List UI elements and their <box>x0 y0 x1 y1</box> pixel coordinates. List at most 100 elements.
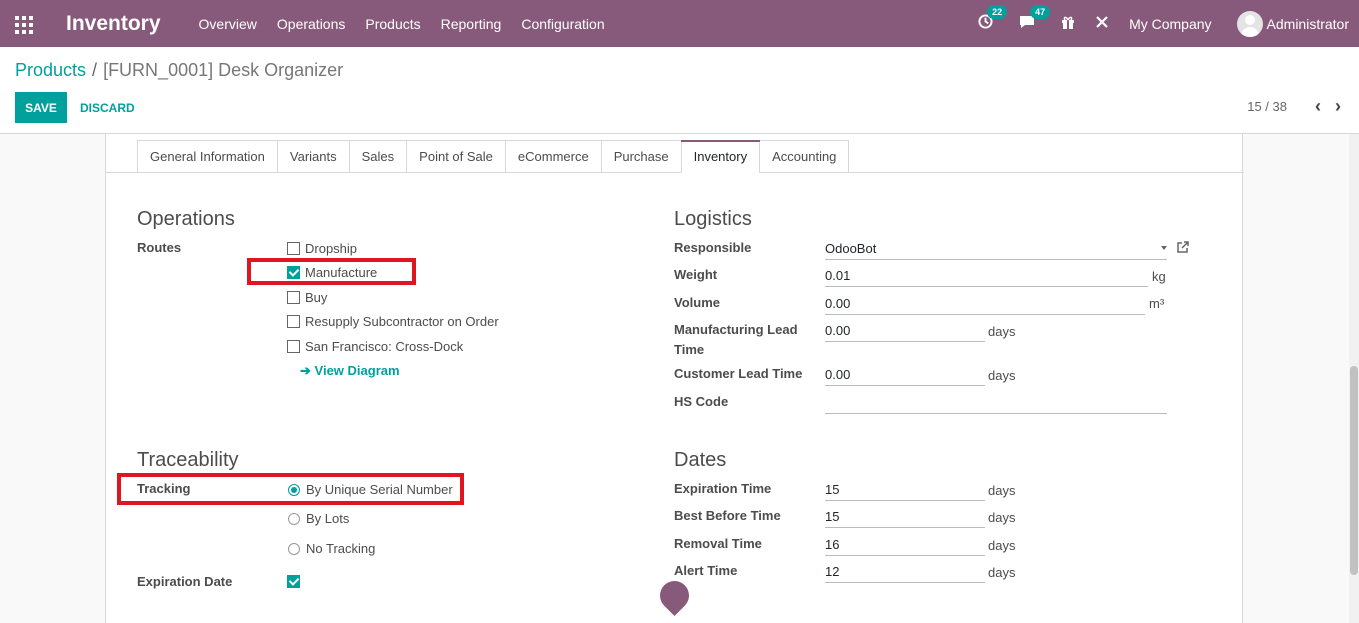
notebook-tabs: General Information Variants Sales Point… <box>137 140 850 173</box>
pager: 15 / 38 ‹ › <box>1247 97 1341 115</box>
operations-title: Operations <box>137 208 235 230</box>
route-label: Resupply Subcontractor on Order <box>305 314 499 329</box>
route-resupply-subcontractor[interactable]: Resupply Subcontractor on Order <box>287 314 499 329</box>
expiration-time-label: Expiration Time <box>674 481 772 496</box>
chevron-left-icon[interactable]: ‹ <box>1315 97 1321 115</box>
menu-operations[interactable]: Operations <box>277 16 345 32</box>
external-link-icon[interactable] <box>1177 241 1189 253</box>
tab-inventory[interactable]: Inventory <box>680 140 761 173</box>
weight-unit: kg <box>1152 269 1166 284</box>
tab-general-information[interactable]: General Information <box>137 140 277 173</box>
radio-button[interactable] <box>288 542 300 555</box>
best-before-input[interactable]: 15 <box>825 506 985 528</box>
volume-label: Volume <box>674 295 720 310</box>
menu-overview[interactable]: Overview <box>199 16 257 32</box>
removal-time-unit: days <box>988 538 1016 553</box>
top-navbar: Inventory Overview Operations Products R… <box>0 0 1359 47</box>
responsible-select[interactable]: OdooBot <box>825 238 1167 260</box>
tab-sales[interactable]: Sales <box>348 140 407 173</box>
tab-point-of-sale[interactable]: Point of Sale <box>406 140 505 173</box>
user-menu[interactable]: Administrator <box>1236 10 1349 37</box>
volume-unit: m³ <box>1149 296 1165 311</box>
caret-down-icon <box>1161 246 1167 250</box>
breadcrumb-current: [FURN_0001] Desk Organizer <box>103 60 344 80</box>
checkbox[interactable] <box>287 242 300 255</box>
route-san-francisco-cross-dock[interactable]: San Francisco: Cross-Dock <box>287 339 463 354</box>
expiration-date-label: Expiration Date <box>137 574 233 589</box>
app-title[interactable]: Inventory <box>66 12 161 36</box>
responsible-value: OdooBot <box>825 241 877 256</box>
weight-input[interactable]: 0.01 <box>825 265 1148 287</box>
gift-icon[interactable] <box>1061 15 1075 33</box>
hs-code-label: HS Code <box>674 394 729 409</box>
expiration-date-checkbox[interactable] <box>287 575 305 588</box>
tracking-option-label: By Lots <box>306 511 350 526</box>
messages-badge: 47 <box>1030 5 1051 19</box>
route-label: Dropship <box>305 241 358 256</box>
form-sheet: General Information Variants Sales Point… <box>105 134 1244 623</box>
route-buy[interactable]: Buy <box>287 290 327 305</box>
manufacture-highlight-box <box>247 258 416 285</box>
manufacturing-lead-input[interactable]: 0.00 <box>825 320 985 342</box>
alert-time-unit: days <box>988 565 1016 580</box>
tools-icon[interactable] <box>1095 15 1109 33</box>
breadcrumb: Products / [FURN_0001] Desk Organizer <box>15 60 343 81</box>
tab-variants[interactable]: Variants <box>276 140 349 173</box>
view-diagram-link[interactable]: ➔ View Diagram <box>300 363 400 379</box>
checkbox[interactable] <box>287 315 300 328</box>
scrollbar-thumb[interactable] <box>1350 366 1358 575</box>
volume-input[interactable]: 0.00 <box>825 293 1145 315</box>
save-button[interactable]: SAVE <box>15 92 67 123</box>
tracking-option-label: No Tracking <box>306 541 376 556</box>
tab-ecommerce[interactable]: eCommerce <box>504 140 601 173</box>
user-name: Administrator <box>1266 15 1349 32</box>
best-before-label: Best Before Time <box>674 508 781 523</box>
removal-time-label: Removal Time <box>674 536 762 551</box>
radio-button[interactable] <box>288 512 300 525</box>
tab-accounting[interactable]: Accounting <box>759 140 850 173</box>
route-label: San Francisco: Cross-Dock <box>305 339 464 354</box>
tracking-by-lots[interactable]: By Lots <box>288 511 349 526</box>
logistics-title: Logistics <box>674 208 752 230</box>
customer-lead-label: Customer Lead Time <box>674 366 803 381</box>
routes-label: Routes <box>137 240 182 255</box>
dates-title: Dates <box>674 449 727 471</box>
customer-lead-input[interactable]: 0.00 <box>825 364 985 386</box>
avatar <box>1236 10 1263 37</box>
tab-purchase[interactable]: Purchase <box>600 140 681 173</box>
activity-clock-icon[interactable]: 22 <box>978 5 1008 33</box>
page-scrollbar[interactable] <box>1349 134 1359 623</box>
menu-products[interactable]: Products <box>365 16 420 32</box>
tracking-none[interactable]: No Tracking <box>288 541 375 556</box>
chevron-right-icon[interactable]: › <box>1335 97 1341 115</box>
expiration-time-unit: days <box>988 483 1016 498</box>
activity-badge: 22 <box>987 5 1008 19</box>
messages-chat-icon[interactable]: 47 <box>1019 5 1051 33</box>
company-switcher[interactable]: My Company <box>1129 16 1211 32</box>
arrow-right-icon: ➔ <box>300 363 311 378</box>
alert-time-input[interactable]: 12 <box>825 561 985 583</box>
route-label: Buy <box>305 290 328 305</box>
checkbox[interactable] <box>287 291 300 304</box>
pager-value[interactable]: 15 / 38 <box>1247 99 1287 114</box>
expiration-time-input[interactable]: 15 <box>825 479 985 501</box>
menu-configuration[interactable]: Configuration <box>521 16 604 32</box>
best-before-unit: days <box>988 510 1016 525</box>
manufacturing-lead-label-line2: Time <box>674 342 705 357</box>
traceability-title: Traceability <box>137 449 239 471</box>
removal-time-input[interactable]: 16 <box>825 534 985 556</box>
checkbox[interactable] <box>287 340 300 353</box>
apps-menu-icon[interactable] <box>15 15 33 34</box>
checkbox[interactable] <box>287 575 300 588</box>
control-panel: Products / [FURN_0001] Desk Organizer SAVE… <box>0 47 1359 134</box>
manufacturing-lead-unit: days <box>988 324 1016 339</box>
menu-reporting[interactable]: Reporting <box>441 16 502 32</box>
hs-code-input[interactable] <box>825 392 1167 414</box>
manufacturing-lead-label-line1: Manufacturing Lead <box>674 322 798 337</box>
tracking-highlight-box <box>117 473 464 505</box>
main-menu: Overview Operations Products Reporting C… <box>199 16 625 32</box>
route-dropship[interactable]: Dropship <box>287 241 357 256</box>
breadcrumb-products-link[interactable]: Products <box>15 60 86 80</box>
discard-button[interactable]: DISCARD <box>80 92 135 123</box>
customer-lead-unit: days <box>988 368 1016 383</box>
